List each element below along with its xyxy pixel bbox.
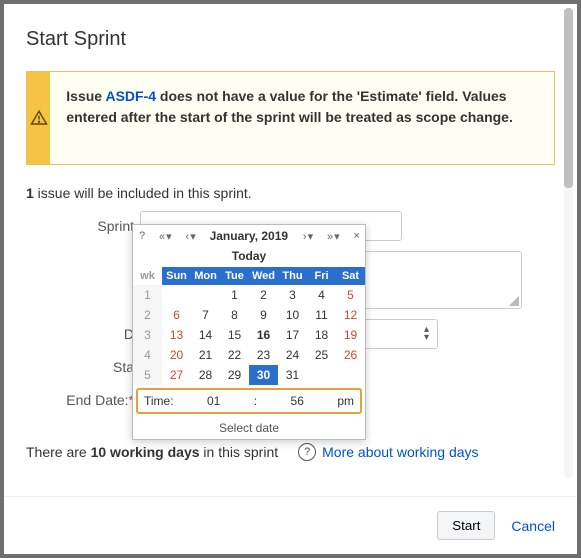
day[interactable]: 12: [336, 305, 365, 325]
end-date-label: End Date:*: [26, 392, 140, 408]
dow: Sat: [336, 267, 365, 285]
wk-num: 3: [133, 325, 162, 345]
day[interactable]: 10: [278, 305, 307, 325]
next-year[interactable]: » ▾: [327, 230, 339, 243]
calendar-today[interactable]: Today: [133, 247, 365, 267]
day[interactable]: 5: [336, 285, 365, 305]
week-header: wk: [133, 267, 162, 285]
day[interactable]: 3: [278, 285, 307, 305]
wk-num: 5: [133, 365, 162, 385]
day[interactable]: 22: [220, 345, 249, 365]
working-days-count: 10 working days: [91, 444, 200, 460]
warning-icon: [27, 72, 50, 164]
issue-count-number: 1: [26, 185, 34, 201]
start-date-label: Sta: [26, 359, 140, 375]
dow: Sun: [162, 267, 191, 285]
warning-text: Issue: [66, 88, 105, 104]
day[interactable]: 24: [278, 345, 307, 365]
dow: Thu: [278, 267, 307, 285]
calendar-title[interactable]: January, 2019: [210, 229, 289, 243]
day[interactable]: 19: [336, 325, 365, 345]
day[interactable]: 2: [249, 285, 278, 305]
time-hours[interactable]: 01: [174, 394, 254, 408]
dow: Mon: [191, 267, 220, 285]
day[interactable]: 18: [307, 325, 336, 345]
dow: Fri: [307, 267, 336, 285]
day[interactable]: 21: [191, 345, 220, 365]
select-arrows-icon: ▴▾: [424, 326, 429, 342]
calendar-footer: Select date: [133, 417, 365, 439]
dialog: Start Sprint Issue ASDF-4 does not have …: [0, 0, 581, 558]
wk-num: 4: [133, 345, 162, 365]
day[interactable]: 13: [162, 325, 191, 345]
day[interactable]: 14: [191, 325, 220, 345]
day[interactable]: 27: [162, 365, 191, 385]
dialog-title: Start Sprint: [26, 28, 555, 51]
day[interactable]: 15: [220, 325, 249, 345]
start-button[interactable]: Start: [437, 511, 495, 540]
working-days-line: There are 10 working days in this sprint…: [26, 443, 555, 461]
scrollbar-thumb[interactable]: [564, 8, 573, 188]
dow: Tue: [220, 267, 249, 285]
day[interactable]: 20: [162, 345, 191, 365]
help-icon[interactable]: ?: [298, 443, 316, 461]
cancel-button[interactable]: Cancel: [511, 518, 555, 534]
wk-num: 2: [133, 305, 162, 325]
day[interactable]: 31: [278, 365, 307, 385]
day-selected[interactable]: 30: [249, 365, 278, 385]
day[interactable]: 1: [220, 285, 249, 305]
day[interactable]: 28: [191, 365, 220, 385]
day[interactable]: [162, 285, 191, 305]
day[interactable]: [191, 285, 220, 305]
wk-num: 1: [133, 285, 162, 305]
time-minutes[interactable]: 56: [257, 394, 337, 408]
day[interactable]: 23: [249, 345, 278, 365]
day[interactable]: [336, 365, 365, 385]
day[interactable]: 6: [162, 305, 191, 325]
scrollbar[interactable]: [564, 8, 573, 478]
day[interactable]: 4: [307, 285, 336, 305]
calendar-grid: wk Sun Mon Tue Wed Thu Fri Sat 112345 26…: [133, 267, 365, 385]
sprint-label: Sprint: [26, 218, 140, 234]
next-month[interactable]: › ▾: [303, 230, 312, 243]
duration-label: D: [26, 326, 140, 342]
prev-year[interactable]: « ▾: [159, 230, 171, 243]
day[interactable]: 8: [220, 305, 249, 325]
issue-link[interactable]: ASDF-4: [105, 88, 156, 104]
time-ampm[interactable]: pm: [337, 394, 354, 408]
day[interactable]: [307, 365, 336, 385]
day[interactable]: 11: [307, 305, 336, 325]
day[interactable]: 16: [249, 325, 278, 345]
day[interactable]: 25: [307, 345, 336, 365]
working-days-text: There are: [26, 444, 91, 460]
time-label: Time:: [144, 394, 174, 408]
dialog-footer: Start Cancel: [4, 496, 577, 554]
dow: Wed: [249, 267, 278, 285]
issue-count-text: issue will be included in this sprint.: [34, 185, 252, 201]
working-days-text: in this sprint: [200, 444, 279, 460]
day[interactable]: 29: [220, 365, 249, 385]
resize-grip-icon[interactable]: [509, 296, 519, 306]
issue-count-line: 1 issue will be included in this sprint.: [26, 185, 555, 201]
day[interactable]: 26: [336, 345, 365, 365]
calendar-help[interactable]: ?: [139, 230, 144, 242]
time-row: Time: 01 : 56 pm: [136, 388, 362, 414]
day[interactable]: 9: [249, 305, 278, 325]
more-working-days-link[interactable]: More about working days: [322, 444, 478, 460]
day[interactable]: 17: [278, 325, 307, 345]
warning-banner: Issue ASDF-4 does not have a value for t…: [26, 71, 555, 165]
day[interactable]: 7: [191, 305, 220, 325]
prev-month[interactable]: ‹ ▾: [185, 230, 194, 243]
date-picker: ? « ▾ ‹ ▾ January, 2019 › ▾ » ▾ × Today …: [132, 224, 366, 440]
calendar-close[interactable]: ×: [354, 230, 359, 242]
